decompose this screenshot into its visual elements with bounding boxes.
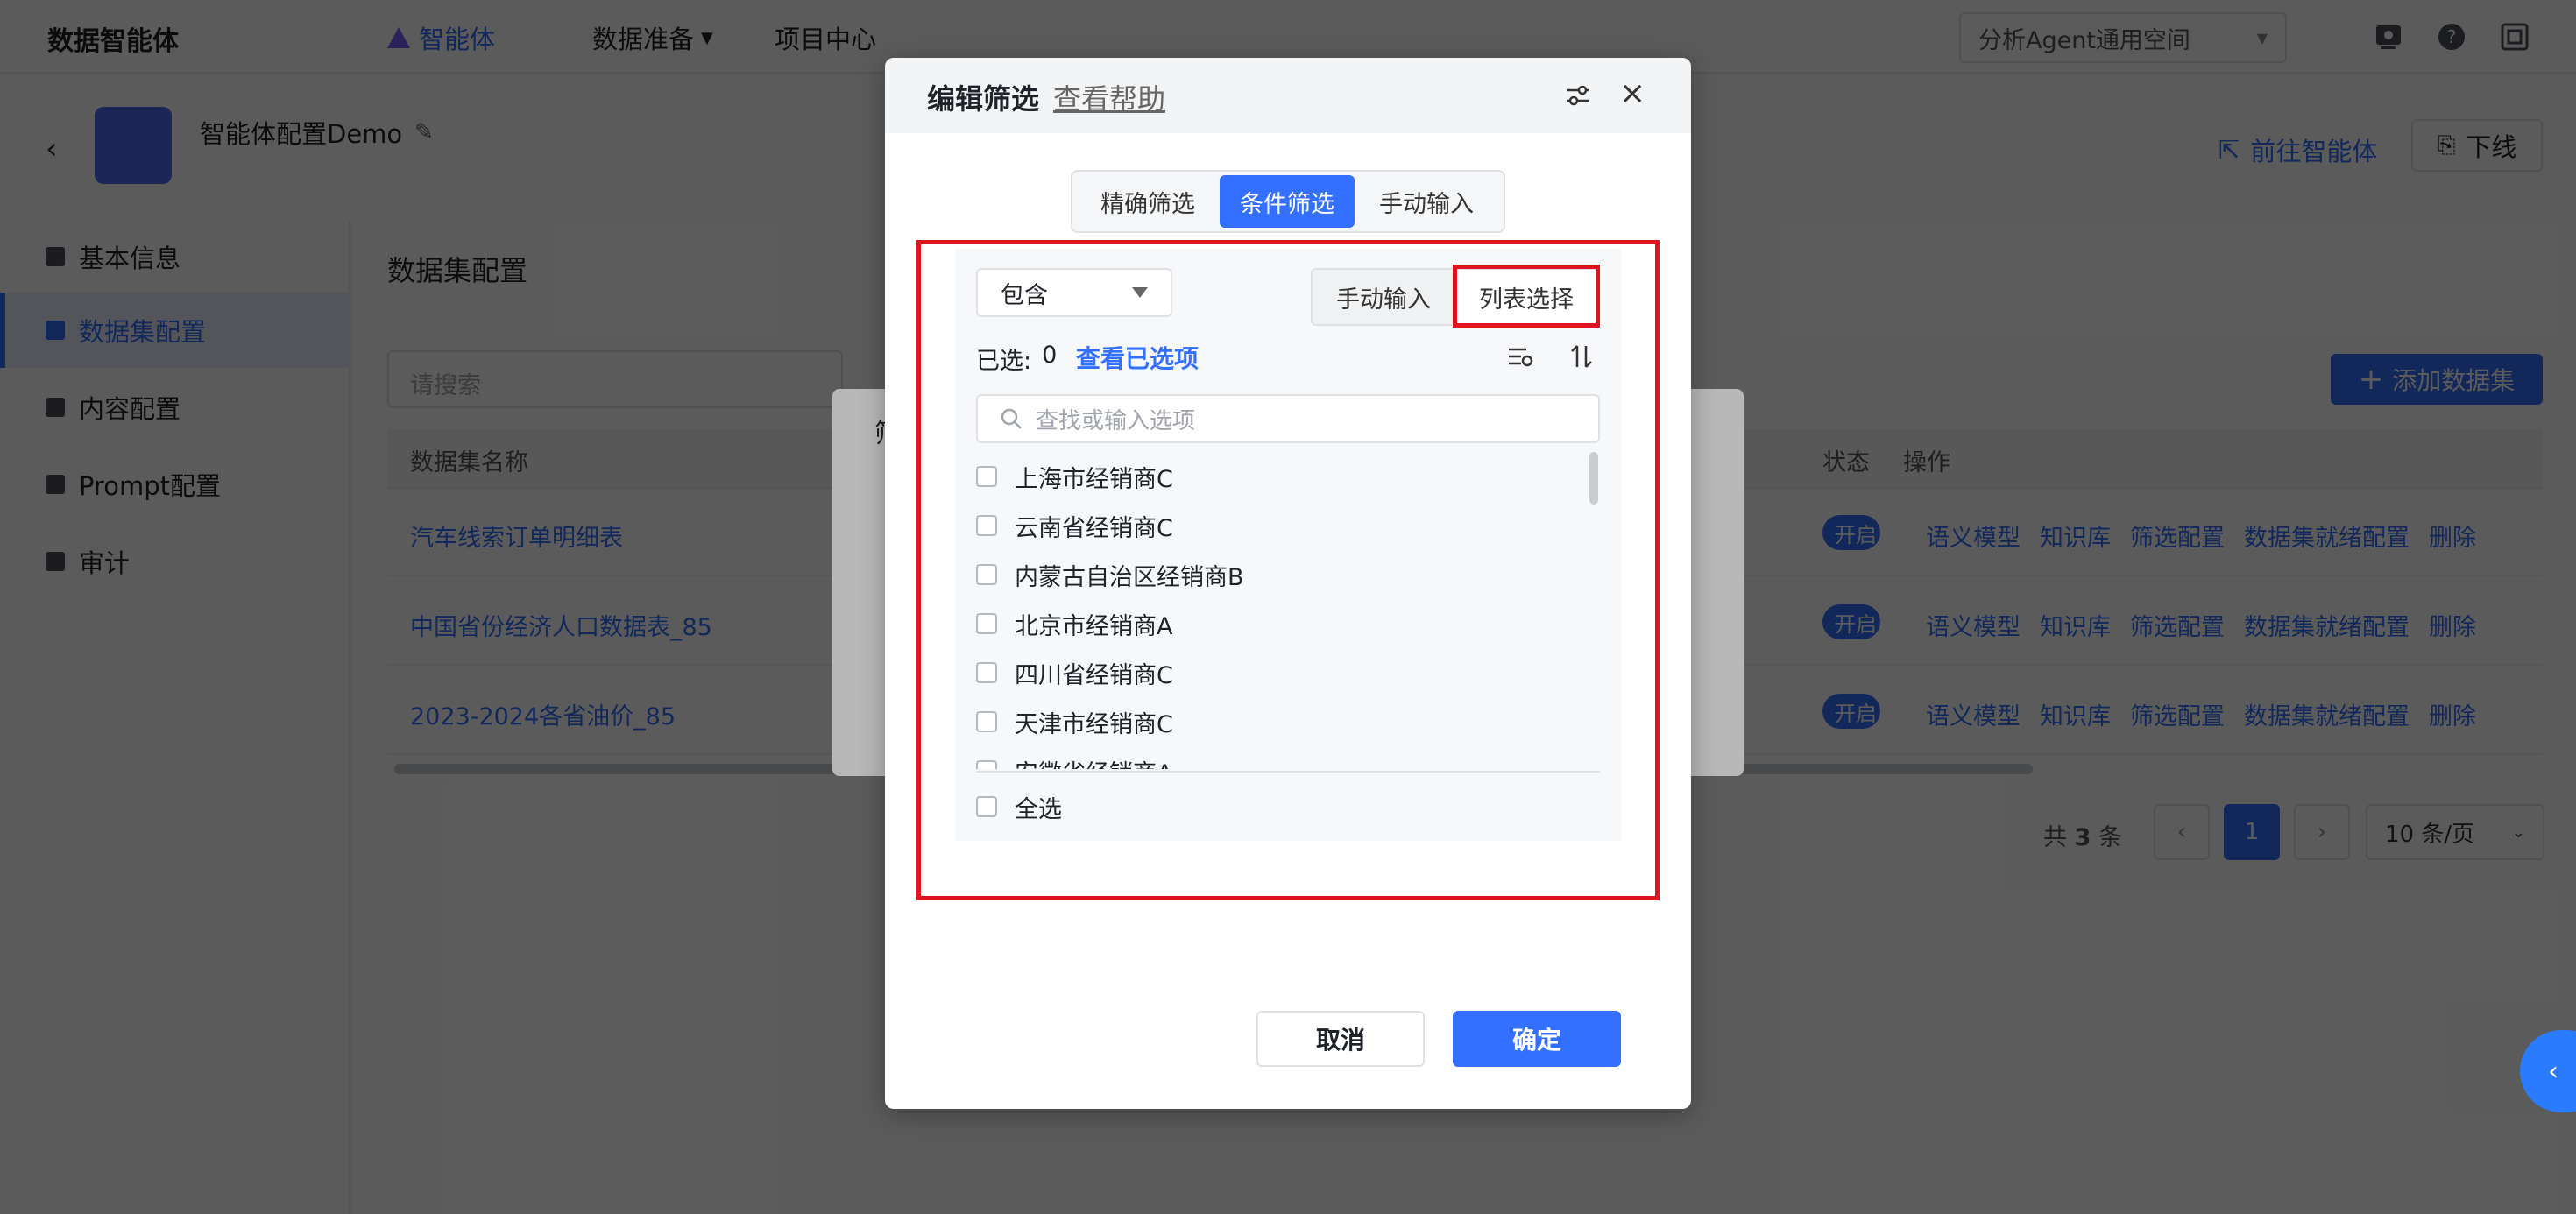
- highlight-box-list-select: [1453, 265, 1600, 328]
- chevron-left-icon: ‹: [2548, 1055, 2558, 1087]
- highlight-box-panel: [916, 240, 1660, 900]
- help-link[interactable]: 查看帮助: [1053, 77, 1165, 117]
- cancel-button[interactable]: 取消: [1256, 1011, 1425, 1067]
- tab-exact-filter[interactable]: 精确筛选: [1076, 175, 1220, 228]
- tab-manual-input[interactable]: 手动输入: [1355, 175, 1498, 228]
- tab-condition-filter[interactable]: 条件筛选: [1220, 175, 1355, 228]
- app-root: 数据智能体 智能体 数据准备 ▼ 项目中心 分析Agent通用空间 ▼ ? ‹ …: [0, 0, 2576, 1214]
- confirm-button[interactable]: 确定: [1453, 1011, 1621, 1067]
- close-icon[interactable]: ×: [1619, 75, 1645, 111]
- dialog-title: 编辑筛选: [927, 82, 1040, 116]
- filter-type-tabs: 精确筛选 条件筛选 手动输入: [1071, 170, 1505, 233]
- tune-icon[interactable]: [1563, 81, 1593, 110]
